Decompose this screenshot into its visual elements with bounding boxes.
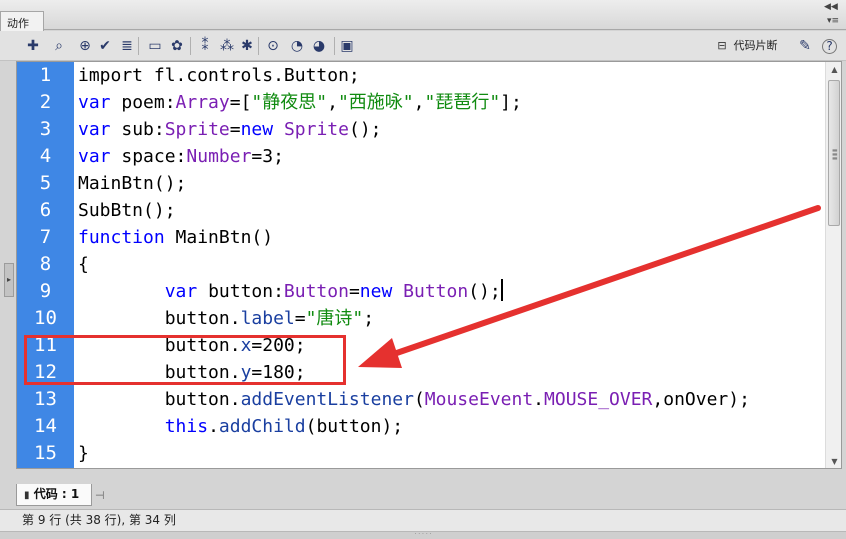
script-tab-code-1[interactable]: ▮ 代码 : 1	[16, 484, 92, 506]
script-tab-icon: ▮	[24, 490, 30, 501]
pin-script-icon[interactable]: ⊣	[95, 489, 105, 502]
script-tab-strip: ▮ 代码 : 1 ⊣	[0, 482, 846, 508]
cursor-position-status: 第 9 行 (共 38 行), 第 34 列	[22, 513, 176, 527]
status-bar: 第 9 行 (共 38 行), 第 34 列	[0, 509, 846, 531]
script-tab-label: 代码 : 1	[33, 487, 80, 501]
annotation-arrow	[358, 205, 821, 368]
panel-resize-grip[interactable]: · · · · ·	[0, 531, 846, 539]
